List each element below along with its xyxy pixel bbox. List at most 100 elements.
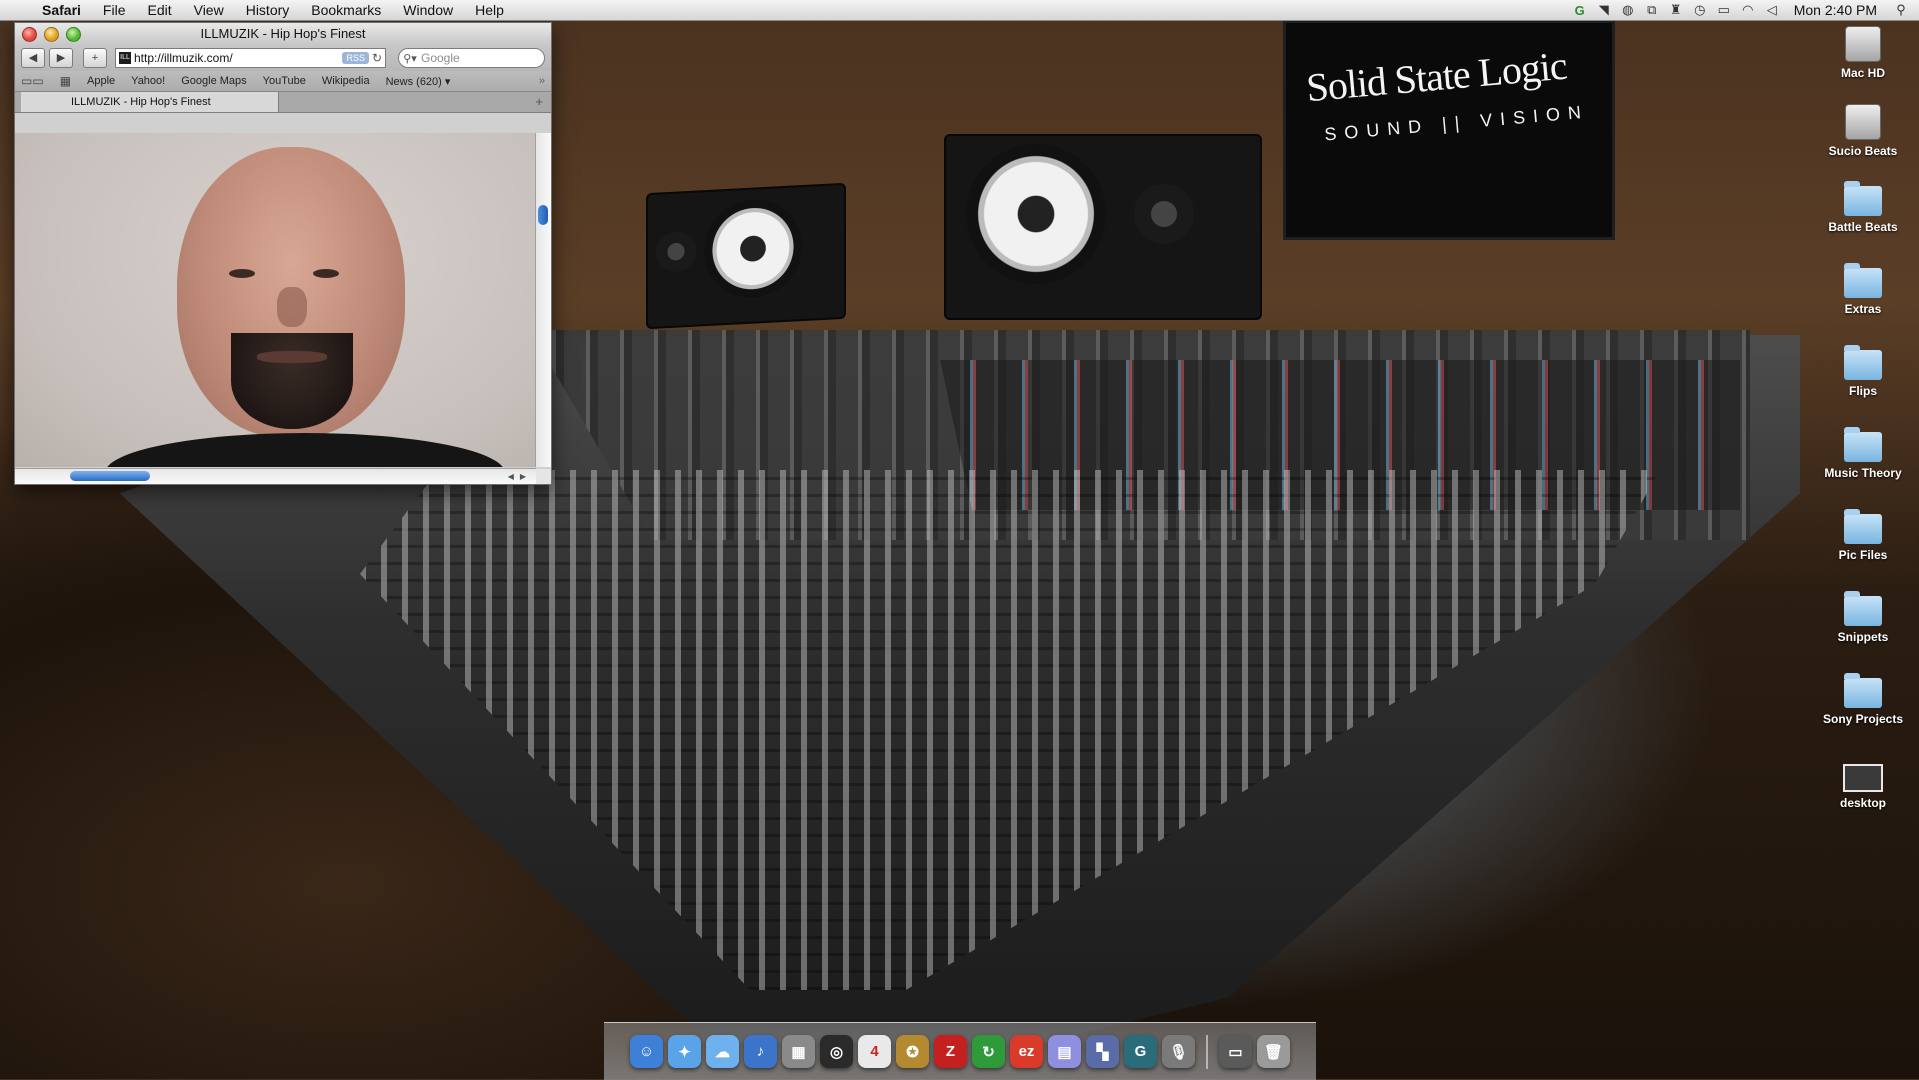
spy-icon[interactable]: ♜ [1668,2,1684,18]
spotlight-icon[interactable]: ⚲ [1893,2,1909,18]
windows-icon[interactable]: ▚ [1086,1035,1119,1068]
desktop-icon-music-theory[interactable]: Music Theory [1807,427,1919,510]
rss-button[interactable]: RSS [342,52,369,64]
hard-drive-icon [1845,26,1881,62]
vertical-scroll-thumb[interactable] [538,205,548,225]
dock: ☺ ✦ ☁ ♪ ▦ ◎ 4 ✪ Z ↻ ez ▤ ▚ G 🎙 ▭ 🗑 [604,1022,1316,1080]
battery-icon[interactable]: ▭ [1716,2,1732,18]
wall-monitor: Solid State Logic SOUND || VISION [1283,20,1615,240]
image-file-icon [1843,764,1883,792]
desktop-icon-snippets[interactable]: Snippets [1807,591,1919,674]
bookmark-youtube[interactable]: YouTube [263,75,306,87]
desktop-icons: Mac HD Sucio Beats Battle Beats Extras F… [1807,26,1919,842]
add-bookmark-button[interactable]: + [83,48,107,68]
app-green-icon[interactable]: ↻ [972,1035,1005,1068]
console-meters [940,360,1740,510]
chevron-right-icon[interactable]: » [539,75,545,87]
desktop-icon-mac-hd[interactable]: Mac HD [1807,26,1919,104]
sync-icon[interactable]: ⧉ [1644,2,1660,18]
studio-speaker-left [646,182,846,330]
folder-icon [1844,345,1882,380]
folder-icon [1844,181,1882,216]
compass-icon[interactable]: ✪ [896,1035,929,1068]
ssl-logo: Solid State Logic [1304,42,1569,111]
flag-icon[interactable]: ◥ [1596,2,1612,18]
forward-button[interactable]: ▶ [49,48,73,68]
trash-icon[interactable]: 🗑 [1257,1035,1290,1068]
folder-icon [1844,427,1882,462]
portrait-photo [177,147,405,437]
ichat-icon[interactable]: ☁ [706,1035,739,1068]
bookmark-google-maps[interactable]: Google Maps [181,75,246,87]
downloads-icon[interactable]: ▭ [1219,1035,1252,1068]
close-button[interactable] [22,27,37,42]
scroll-arrows-icon[interactable]: ◀▶ [508,469,532,484]
console-faders [360,470,1660,990]
menu-view[interactable]: View [183,2,235,18]
menu-edit[interactable]: Edit [136,2,182,18]
bookmarks-book-icon[interactable]: ▭▭ [21,74,44,88]
preview-icon[interactable]: ▦ [782,1035,815,1068]
menu-history[interactable]: History [235,2,301,18]
window-title: ILLMUZIK - Hip Hop's Finest [200,26,366,41]
desktop-icon-extras[interactable]: Extras [1807,263,1919,346]
files-icon[interactable]: ▤ [1048,1035,1081,1068]
portrait-shirt [105,433,505,467]
safari-window: ILLMUZIK - Hip Hop's Finest ◀ ▶ + ILL ht… [14,22,552,485]
time-machine-icon[interactable]: ◷ [1692,2,1708,18]
page-content[interactable] [15,133,536,467]
menu-file[interactable]: File [92,2,137,18]
bookmarks-bar: ▭▭ ▦ Apple Yahoo! Google Maps YouTube Wi… [15,71,551,92]
ez-icon[interactable]: ez [1010,1035,1043,1068]
zoom-button[interactable] [66,27,81,42]
desktop-icon-sony-projects[interactable]: Sony Projects [1807,673,1919,756]
horizontal-scrollbar[interactable]: ◀▶ [15,468,536,484]
search-field[interactable]: ⚲▾ Google [398,48,545,68]
folder-icon [1844,591,1882,626]
menu-help[interactable]: Help [464,2,515,18]
bookmark-news[interactable]: News (620) ▾ [386,75,451,88]
new-tab-icon[interactable]: + [535,92,543,112]
reload-icon[interactable]: ↻ [369,51,385,65]
bookmark-wikipedia[interactable]: Wikipedia [322,75,370,87]
dashboard-icon[interactable]: ◎ [820,1035,853,1068]
wifi-icon[interactable]: ◠ [1740,2,1756,18]
vertical-scrollbar[interactable] [535,133,551,467]
menu-bookmarks[interactable]: Bookmarks [300,2,392,18]
growl-icon[interactable]: G [1572,3,1588,18]
desktop-icon-battle-beats[interactable]: Battle Beats [1807,181,1919,264]
itunes-icon[interactable]: ♪ [744,1035,777,1068]
menu-app-name[interactable]: Safari [36,2,92,18]
address-bar[interactable]: ILL http://illmuzik.com/ RSS ↻ [115,48,386,68]
finder-icon[interactable]: ☺ [630,1035,663,1068]
minimize-button[interactable] [44,27,59,42]
menu-window[interactable]: Window [392,2,464,18]
browser-toolbar: ◀ ▶ + ILL http://illmuzik.com/ RSS ↻ ⚲▾ … [15,45,551,71]
microphone-icon[interactable]: 🎙 [1162,1035,1195,1068]
desktop-icon-desktop[interactable]: desktop [1807,764,1919,842]
address-url[interactable]: http://illmuzik.com/ [134,51,233,65]
search-icon: ⚲▾ [403,52,417,65]
desktop-icon-flips[interactable]: Flips [1807,345,1919,428]
desktop-icon-pic-files[interactable]: Pic Files [1807,509,1919,592]
filezilla-icon[interactable]: Z [934,1035,967,1068]
volume-icon[interactable]: ◁ [1764,2,1780,18]
g-icon[interactable]: G [1124,1035,1157,1068]
resize-grip-icon[interactable] [536,469,551,484]
tab-bar: ILLMUZIK - Hip Hop's Finest + [15,92,551,113]
globe-icon[interactable]: ◍ [1620,2,1636,18]
ical-icon[interactable]: 4 [858,1035,891,1068]
menu-clock[interactable]: Mon 2:40 PM [1794,2,1877,18]
dock-separator [1206,1034,1208,1069]
safari-icon[interactable]: ✦ [668,1035,701,1068]
horizontal-scroll-thumb[interactable] [70,471,150,481]
bookmark-apple[interactable]: Apple [87,75,115,87]
back-button[interactable]: ◀ [21,48,45,68]
desktop-icon-sucio-beats[interactable]: Sucio Beats [1807,104,1919,182]
folder-icon [1844,673,1882,708]
top-sites-grid-icon[interactable]: ▦ [60,74,71,88]
tab-illmuzik[interactable]: ILLMUZIK - Hip Hop's Finest [21,92,279,112]
bookmark-yahoo[interactable]: Yahoo! [131,75,165,87]
folder-icon [1844,509,1882,544]
window-titlebar[interactable]: ILLMUZIK - Hip Hop's Finest [15,23,551,45]
